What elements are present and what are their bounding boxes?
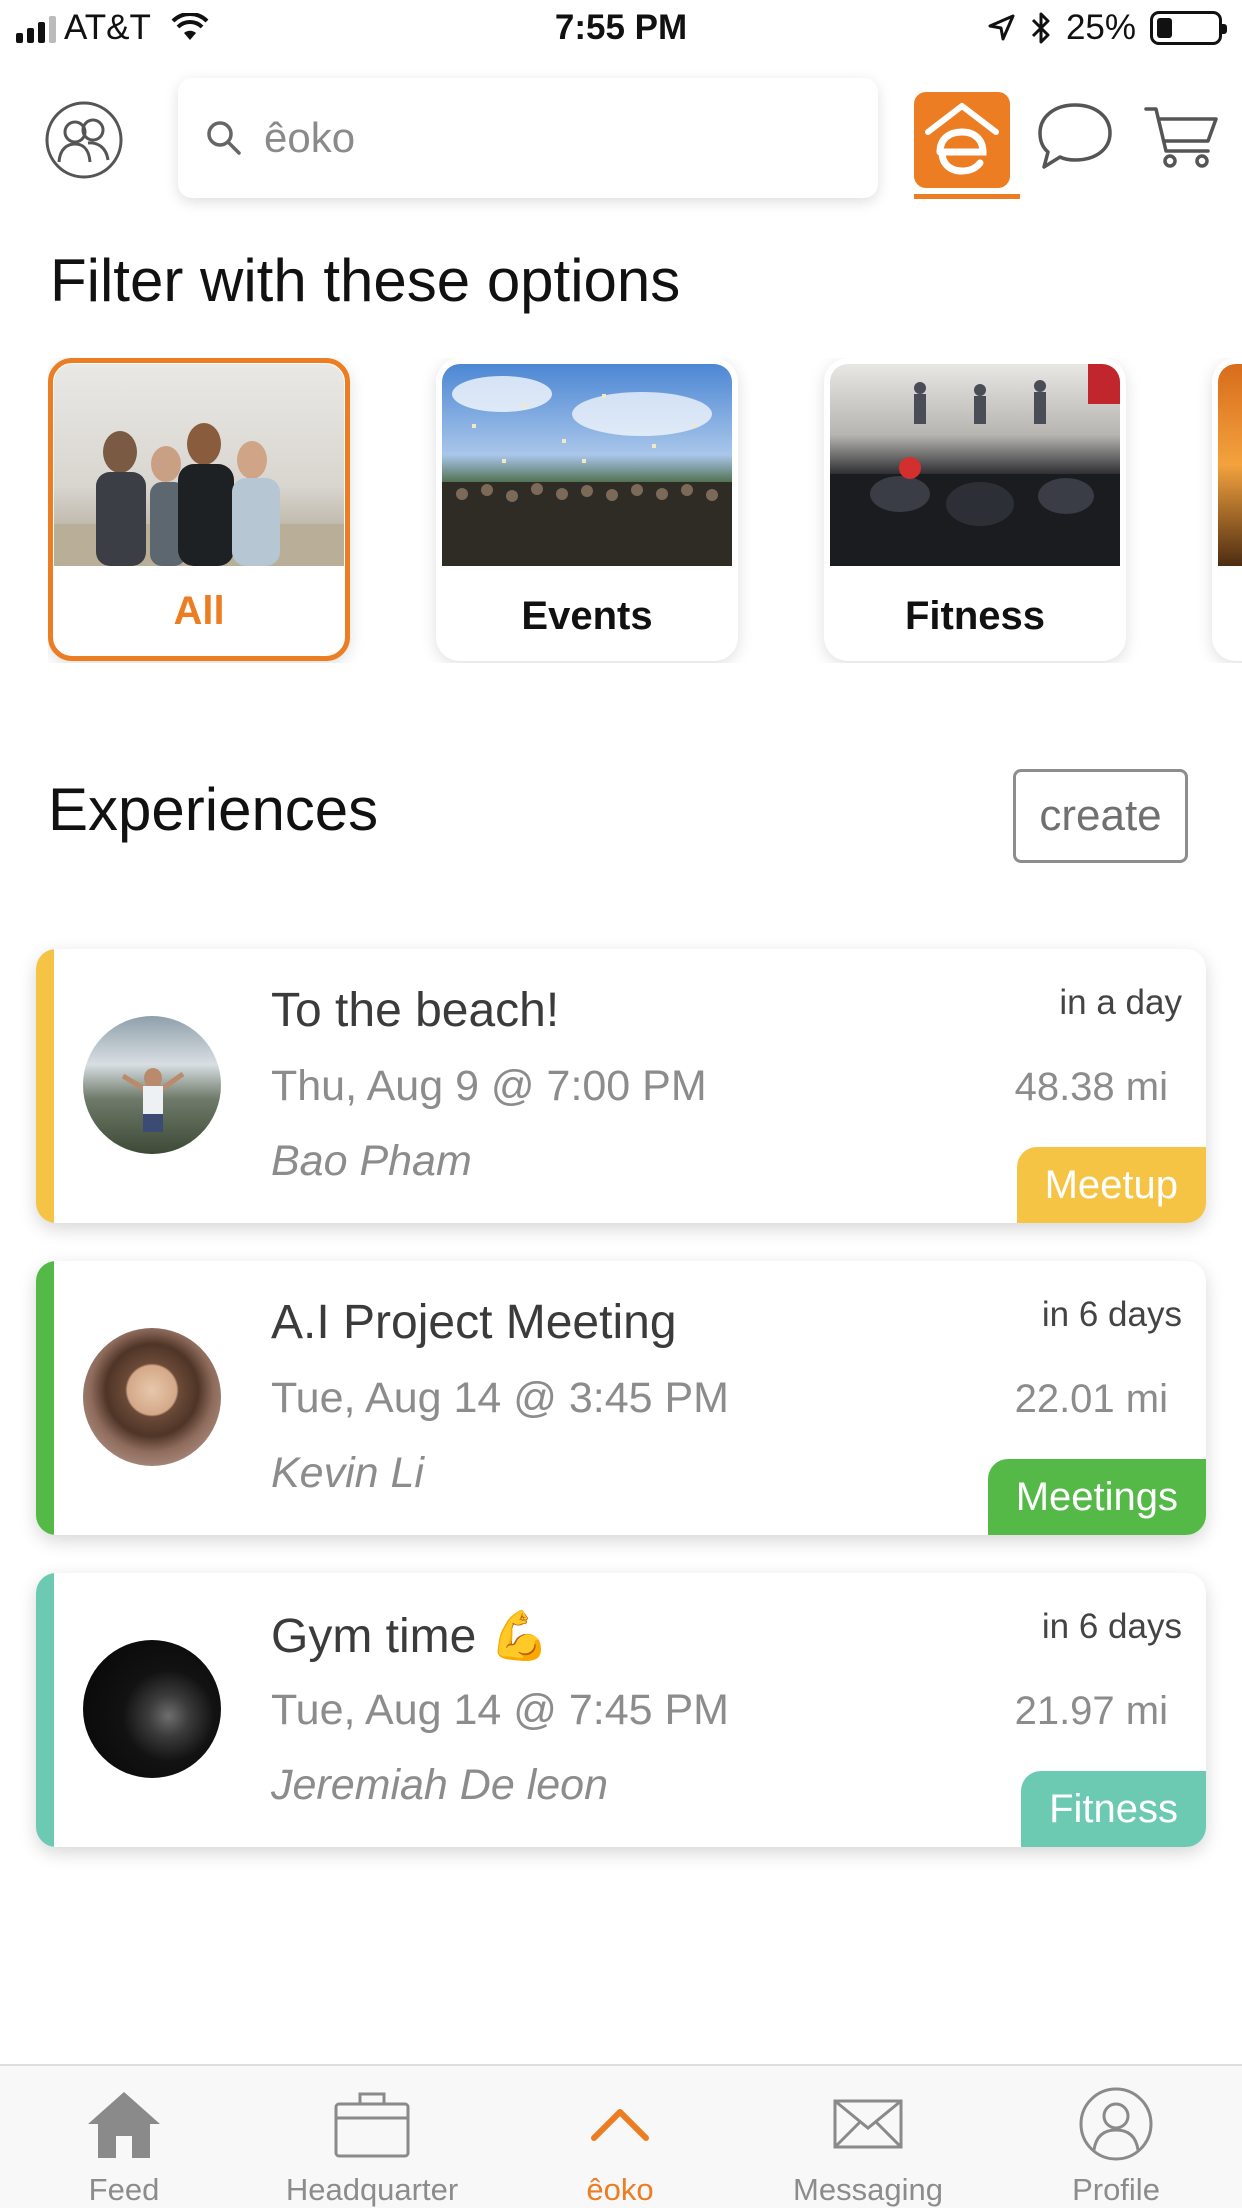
tab-label: Messaging — [793, 2172, 943, 2207]
search-input[interactable] — [264, 114, 824, 162]
experience-when: in a day — [1059, 983, 1182, 1022]
experience-distance: 48.38 mi — [1014, 1065, 1168, 1109]
tab-label: Feed — [88, 2172, 160, 2207]
tab-label: êoko — [586, 2172, 654, 2207]
experience-host: Kevin Li — [271, 1449, 424, 1497]
eoko-logo-icon[interactable] — [914, 92, 1010, 188]
filter-option-fitness[interactable]: Fitness — [824, 358, 1126, 661]
envelope-icon — [828, 2084, 908, 2164]
experience-card[interactable]: Gym time 💪 Tue, Aug 14 @ 7:45 PM Jeremia… — [36, 1573, 1206, 1847]
chat-icon[interactable] — [1034, 97, 1116, 179]
eoko-active-indicator — [914, 194, 1020, 199]
category-tag: Fitness — [1021, 1771, 1206, 1847]
filter-partial-image — [1218, 364, 1242, 566]
tab-eoko[interactable]: êoko — [496, 2066, 744, 2208]
profile-icon — [1076, 2084, 1156, 2164]
filter-option-all[interactable]: All — [48, 358, 350, 661]
category-stripe — [36, 949, 54, 1223]
experience-title: To the beach! — [271, 984, 560, 1037]
eoko-house-icon — [925, 103, 999, 175]
home-icon — [84, 2084, 164, 2164]
avatar — [83, 1016, 221, 1154]
battery-fill — [1157, 18, 1172, 38]
experience-datetime: Tue, Aug 14 @ 3:45 PM — [271, 1374, 729, 1422]
experiences-title: Experiences — [48, 776, 379, 843]
filter-option-label: Events — [521, 594, 653, 638]
create-button[interactable]: create — [1013, 769, 1188, 863]
experience-when: in 6 days — [1041, 1607, 1182, 1646]
category-tag: Meetings — [987, 1459, 1206, 1535]
search-bar[interactable] — [178, 78, 878, 198]
status-right: 25% — [986, 8, 1227, 48]
tab-headquarter[interactable]: Headquarter — [248, 2066, 496, 2208]
filter-title: Filter with these options — [50, 247, 681, 314]
location-arrow-icon — [988, 14, 1015, 41]
experience-card[interactable]: To the beach! Thu, Aug 9 @ 7:00 PM Bao P… — [36, 949, 1206, 1223]
search-icon — [207, 121, 241, 155]
cart-icon[interactable] — [1142, 97, 1222, 177]
experience-distance: 22.01 mi — [1014, 1377, 1168, 1421]
filter-options: All Events Fitness — [48, 358, 1242, 663]
filter-option-events[interactable]: Events — [436, 358, 738, 661]
tab-label: Profile — [1072, 2172, 1160, 2207]
battery-percent: 25% — [1065, 8, 1136, 47]
experience-title: A.I Project Meeting — [271, 1296, 677, 1349]
filter-option-label: All — [173, 589, 225, 633]
tab-messaging[interactable]: Messaging — [744, 2066, 992, 2208]
briefcase-icon — [332, 2084, 412, 2164]
filter-option-label: Fitness — [904, 594, 1046, 638]
filter-events-image — [442, 364, 732, 566]
tab-bar: Feed Headquarter êoko Messaging Profile — [0, 2064, 1242, 2208]
avatar — [83, 1328, 221, 1466]
experience-datetime: Thu, Aug 9 @ 7:00 PM — [271, 1062, 707, 1110]
chevron-up-icon — [580, 2084, 660, 2164]
experience-host: Jeremiah De leon — [271, 1761, 609, 1809]
tab-profile[interactable]: Profile — [992, 2066, 1240, 2208]
filter-all-image — [54, 364, 344, 566]
experience-when: in 6 days — [1041, 1295, 1182, 1334]
top-nav — [0, 75, 1242, 205]
status-bar: AT&T 7:55 PM 25% — [0, 0, 1242, 62]
experience-host: Bao Pham — [271, 1137, 472, 1185]
friends-icon[interactable] — [44, 100, 124, 180]
experience-distance: 21.97 mi — [1014, 1689, 1168, 1733]
battery-icon — [1150, 11, 1227, 45]
category-stripe — [36, 1573, 54, 1847]
tab-label: Headquarter — [285, 2172, 459, 2207]
experience-title: Gym time 💪 — [271, 1610, 550, 1663]
tab-feed[interactable]: Feed — [0, 2066, 248, 2208]
experience-datetime: Tue, Aug 14 @ 7:45 PM — [271, 1686, 729, 1734]
avatar — [83, 1640, 221, 1778]
filter-fitness-image — [830, 364, 1120, 566]
experience-card[interactable]: A.I Project Meeting Tue, Aug 14 @ 3:45 P… — [36, 1261, 1206, 1535]
bluetooth-icon — [1031, 12, 1050, 44]
category-tag: Meetup — [1016, 1147, 1206, 1223]
category-stripe — [36, 1261, 54, 1535]
filter-option-partial[interactable] — [1212, 358, 1242, 661]
